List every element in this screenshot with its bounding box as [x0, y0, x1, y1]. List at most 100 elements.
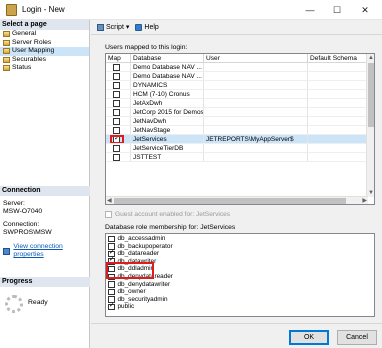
- role-item-db-datareader[interactable]: db_datareader: [106, 249, 374, 258]
- map-checkbox[interactable]: [113, 118, 120, 125]
- map-cell: [106, 153, 131, 161]
- map-checkbox[interactable]: [113, 127, 120, 134]
- database-cell: JetAxDwh: [131, 99, 204, 107]
- progress-header: Progress: [0, 277, 90, 287]
- col-default-schema[interactable]: Default Schema: [308, 54, 368, 62]
- schema-cell[interactable]: [308, 108, 368, 116]
- role-checkbox[interactable]: [108, 288, 115, 296]
- table-row[interactable]: JetServicesJETREPORTS\MyAppServer$: [106, 135, 368, 144]
- map-checkbox[interactable]: [113, 64, 120, 71]
- close-button[interactable]: ✕: [350, 0, 380, 20]
- user-cell[interactable]: [204, 126, 308, 134]
- role-item-db-backupoperator[interactable]: db_backupoperator: [106, 243, 374, 251]
- user-cell[interactable]: [204, 108, 308, 116]
- maximize-button[interactable]: ☐: [322, 0, 352, 20]
- table-row[interactable]: JetServiceTierDB: [106, 144, 368, 153]
- schema-cell[interactable]: [308, 63, 368, 71]
- table-row[interactable]: JetNavDwh: [106, 117, 368, 126]
- role-item-public[interactable]: public: [106, 302, 374, 311]
- role-item-db-owner[interactable]: db_owner: [106, 288, 374, 296]
- view-connection-properties-link[interactable]: View connection properties: [3, 243, 87, 259]
- map-cell: [106, 81, 131, 89]
- role-item-db-securityadmin[interactable]: db_securityadmin: [106, 296, 374, 304]
- map-checkbox[interactable]: [113, 154, 120, 161]
- user-cell[interactable]: [204, 99, 308, 107]
- map-checkbox[interactable]: [113, 82, 120, 89]
- page-item-securables[interactable]: Securables: [0, 56, 89, 65]
- role-item-db-denydatawriter[interactable]: db_denydatawriter: [106, 281, 374, 289]
- role-label: db_denydatawriter: [117, 280, 171, 288]
- page-item-general[interactable]: General: [0, 30, 89, 39]
- col-map[interactable]: Map: [106, 54, 131, 62]
- ok-button[interactable]: OK: [289, 330, 329, 345]
- scroll-right-icon[interactable]: ▶: [362, 197, 367, 204]
- user-cell[interactable]: [204, 72, 308, 80]
- select-page-header: Select a page: [0, 20, 89, 30]
- database-cell: JSTTEST: [131, 153, 204, 161]
- guest-account-label: Guest account enabled for: JetServices: [115, 211, 231, 218]
- schema-cell[interactable]: [308, 117, 368, 125]
- schema-cell[interactable]: [308, 99, 368, 107]
- schema-cell[interactable]: [308, 72, 368, 80]
- user-cell[interactable]: [204, 63, 308, 71]
- table-row[interactable]: JetCorp 2015 for Demos: [106, 108, 368, 117]
- schema-cell[interactable]: [308, 144, 368, 152]
- table-row[interactable]: JSTTEST: [106, 153, 368, 162]
- database-cell: JetServices: [131, 135, 204, 143]
- vertical-scroll-thumb[interactable]: [368, 63, 374, 127]
- script-button[interactable]: Script ▾: [97, 23, 129, 31]
- page-item-user-mapping[interactable]: User Mapping: [0, 47, 89, 56]
- map-checkbox[interactable]: [113, 109, 120, 116]
- role-checkbox[interactable]: [108, 235, 115, 243]
- role-item-db-accessadmin[interactable]: db_accessadmin: [106, 235, 374, 243]
- script-dropdown-icon[interactable]: ▾: [126, 23, 130, 31]
- minimize-button[interactable]: —: [295, 0, 325, 20]
- map-checkbox[interactable]: [113, 91, 120, 98]
- horizontal-scrollbar[interactable]: ◀ ▶: [106, 196, 368, 204]
- script-label: Script: [106, 23, 124, 31]
- map-cell: [106, 72, 131, 80]
- user-cell[interactable]: [204, 144, 308, 152]
- vertical-scrollbar[interactable]: ▲ ▼: [366, 54, 374, 197]
- scroll-down-icon[interactable]: ▼: [368, 189, 374, 197]
- user-cell[interactable]: [204, 90, 308, 98]
- user-cell[interactable]: [204, 117, 308, 125]
- map-checkbox[interactable]: [113, 100, 120, 107]
- col-database[interactable]: Database: [131, 54, 204, 62]
- page-item-status[interactable]: Status: [0, 64, 89, 73]
- map-checkbox[interactable]: [113, 73, 120, 80]
- schema-cell[interactable]: [308, 90, 368, 98]
- col-user[interactable]: User: [204, 54, 308, 62]
- user-cell[interactable]: [204, 81, 308, 89]
- map-cell: [106, 144, 131, 152]
- scroll-left-icon[interactable]: ◀: [107, 197, 112, 204]
- table-row[interactable]: Demo Database NAV ...: [106, 63, 368, 72]
- main-pane: Script ▾ Help Users mapped to this login…: [91, 20, 382, 348]
- table-row[interactable]: HCM (7-10) Cronus: [106, 90, 368, 99]
- connection-section: Connection Server: MSW-O7040 Connection:…: [0, 186, 90, 263]
- help-button[interactable]: Help: [135, 23, 159, 31]
- role-membership-list[interactable]: db_accessadmindb_backupoperatordb_datare…: [105, 233, 375, 317]
- map-checkbox[interactable]: [113, 145, 120, 152]
- user-cell[interactable]: JETREPORTS\MyAppServer$: [204, 135, 308, 143]
- role-checkbox[interactable]: [108, 302, 115, 311]
- schema-cell[interactable]: [308, 81, 368, 89]
- scroll-up-icon[interactable]: ▲: [368, 54, 374, 62]
- horizontal-scroll-thumb[interactable]: [114, 198, 346, 204]
- map-cell: [106, 126, 131, 134]
- toolbar: Script ▾ Help: [91, 21, 382, 33]
- role-checkbox[interactable]: [108, 281, 115, 288]
- table-row[interactable]: JetAxDwh: [106, 99, 368, 108]
- table-row[interactable]: JetNavStage: [106, 126, 368, 135]
- user-cell[interactable]: [204, 153, 308, 161]
- login-app-icon: [6, 4, 17, 16]
- table-row[interactable]: Demo Database NAV ...: [106, 72, 368, 81]
- page-item-label: General: [12, 30, 37, 37]
- schema-cell[interactable]: [308, 153, 368, 161]
- schema-cell[interactable]: [308, 126, 368, 134]
- schema-cell[interactable]: [308, 135, 368, 143]
- cancel-button[interactable]: Cancel: [337, 330, 377, 345]
- table-row[interactable]: DYNAMICS: [106, 81, 368, 90]
- page-item-server-roles[interactable]: Server Roles: [0, 39, 89, 48]
- users-mapped-grid[interactable]: Map Database User Default Schema Demo Da…: [105, 53, 375, 205]
